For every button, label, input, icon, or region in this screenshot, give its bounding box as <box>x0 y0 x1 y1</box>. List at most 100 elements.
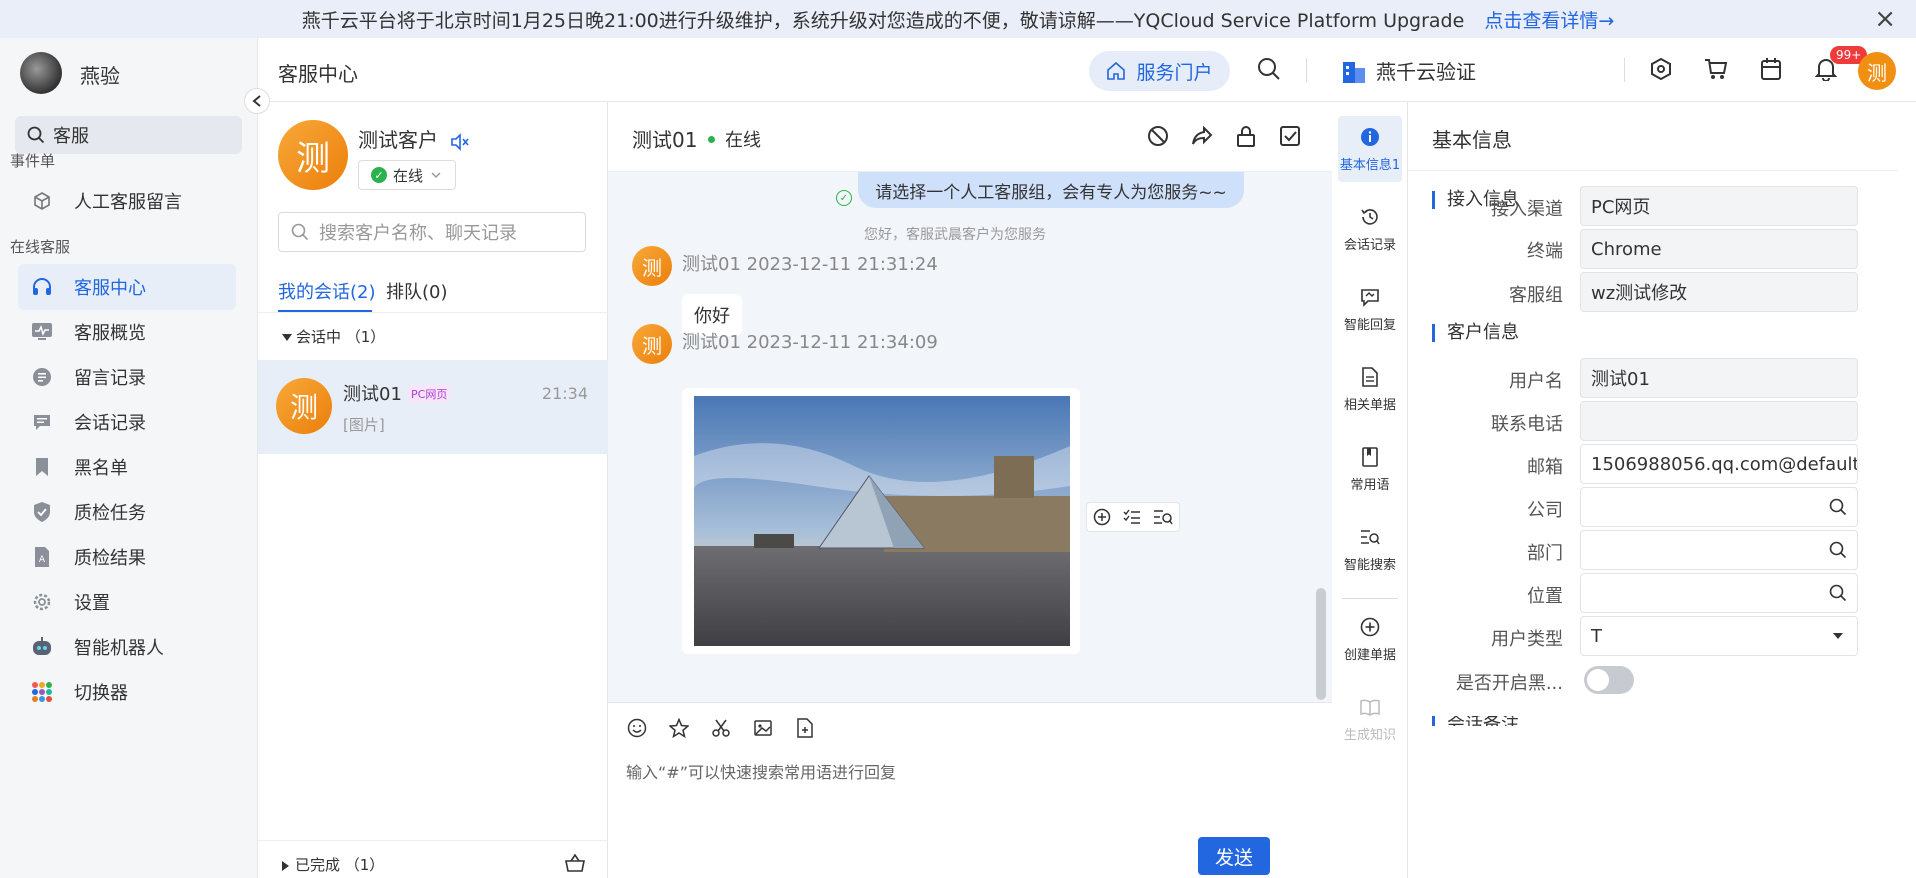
nav-item-message-records[interactable]: 留言记录 <box>18 354 236 400</box>
online-dot <box>708 135 715 143</box>
divider <box>1624 58 1625 82</box>
nav-item-switcher[interactable]: 切换器 <box>18 669 236 715</box>
conversation-time: 21:34 <box>541 384 588 403</box>
tab-basic-info[interactable]: 基本信息1 <box>1338 116 1402 182</box>
file-icon: A <box>30 545 54 569</box>
plus-circle-icon <box>1359 616 1381 638</box>
group-active[interactable]: 会话中 （1） <box>282 326 385 347</box>
star-icon[interactable] <box>666 715 692 741</box>
share-icon[interactable] <box>1190 124 1216 150</box>
search-icon <box>27 126 45 144</box>
channel-field[interactable]: PC网页 <box>1580 186 1858 226</box>
cart-icon[interactable] <box>1703 56 1729 82</box>
banner-details-link[interactable]: 点击查看详情→ <box>1484 6 1614 33</box>
tab-session-history[interactable]: 会话记录 <box>1338 196 1402 262</box>
search-icon[interactable] <box>1829 541 1847 559</box>
nav-item-service-center[interactable]: 客服中心 <box>18 264 236 310</box>
tab-common-phrases[interactable]: 常用语 <box>1338 436 1402 502</box>
app-logo <box>20 52 62 94</box>
emoji-icon[interactable] <box>624 715 650 741</box>
nav-item-blacklist[interactable]: 黑名单 <box>18 444 236 490</box>
robot-icon <box>30 635 54 659</box>
username-field[interactable]: 测试01 <box>1580 358 1858 398</box>
nav-item-message[interactable]: 人工客服留言 <box>18 178 236 224</box>
mute-icon[interactable] <box>450 132 470 151</box>
avatar[interactable]: 测 <box>1858 52 1896 90</box>
status-value: 在线 <box>393 166 424 185</box>
search-icon[interactable] <box>1829 584 1847 602</box>
checklist-icon[interactable] <box>1123 508 1141 526</box>
block-icon[interactable] <box>1146 124 1172 150</box>
chevron-left-icon <box>252 95 261 107</box>
tab-generate-knowledge[interactable]: 生成知识 <box>1338 686 1402 752</box>
tab-smart-search[interactable]: 智能搜索 <box>1338 516 1402 582</box>
group-done[interactable]: 已完成 （1） <box>282 854 384 875</box>
service-group-field[interactable]: wz测试修改 <box>1580 272 1858 312</box>
tab-label: 智能搜索 <box>1343 557 1396 573</box>
monitor-icon <box>30 320 54 344</box>
user-type-select[interactable]: T <box>1580 616 1858 656</box>
department-field[interactable] <box>1580 530 1858 570</box>
phone-field[interactable] <box>1580 401 1858 441</box>
headset-icon <box>30 275 54 299</box>
channel-tag: PC网页 <box>408 385 451 403</box>
open-book-icon <box>1359 696 1381 718</box>
scissors-icon[interactable] <box>708 715 734 741</box>
image-icon[interactable] <box>750 715 776 741</box>
service-portal-button[interactable]: 服务门户 <box>1089 51 1230 91</box>
close-icon[interactable]: × <box>1874 4 1896 34</box>
blacklist-toggle[interactable] <box>1584 666 1634 694</box>
plus-circle-icon[interactable] <box>1093 508 1111 526</box>
tab-queue[interactable]: 排队(0) <box>386 278 448 304</box>
email-field[interactable]: 1506988056.qq.com@default.y <box>1580 444 1858 484</box>
lock-icon[interactable] <box>1234 124 1260 150</box>
send-button[interactable]: 发送 <box>1198 837 1270 875</box>
louvre-photo[interactable] <box>694 396 1070 646</box>
collapse-sidebar-button[interactable] <box>244 88 270 114</box>
nav-item-robot[interactable]: 智能机器人 <box>18 624 236 670</box>
nav-item-settings[interactable]: 设置 <box>18 579 236 625</box>
nav-item-label: 留言记录 <box>74 368 146 389</box>
nav-item-session-records[interactable]: 会话记录 <box>18 399 236 445</box>
status-select[interactable]: ✓ 在线 <box>358 160 456 190</box>
search-icon[interactable] <box>1829 498 1847 516</box>
section-access-info: 接入信息 <box>1432 191 1519 209</box>
tab-related-tickets[interactable]: 相关单据 <box>1338 356 1402 422</box>
tab-smart-reply[interactable]: 智能回复 <box>1338 276 1402 342</box>
caret-down-icon <box>1833 633 1843 639</box>
hexagon-settings-icon[interactable] <box>1648 56 1674 82</box>
menu-search-input[interactable]: 客服 <box>15 116 242 154</box>
list-item[interactable]: 测 测试01 PC网页 21:34 [图片] <box>258 360 608 454</box>
nav-item-qc-task[interactable]: 质检任务 <box>18 489 236 535</box>
composer-toolbar <box>624 715 818 741</box>
nav-item-label: 质检任务 <box>74 503 146 524</box>
nav-item-label: 切换器 <box>74 683 128 704</box>
chat-scrollbar[interactable] <box>1316 588 1326 700</box>
nav-item-qc-result[interactable]: A 质检结果 <box>18 534 236 580</box>
checkbox-icon[interactable] <box>1278 124 1304 150</box>
search-list-icon[interactable] <box>1153 508 1173 526</box>
info-title: 基本信息 <box>1432 128 1512 152</box>
tab-create-ticket[interactable]: 创建单据 <box>1338 606 1402 672</box>
terminal-field[interactable]: Chrome <box>1580 229 1858 269</box>
search-icon[interactable] <box>1256 56 1282 82</box>
location-field[interactable] <box>1580 573 1858 613</box>
chat-status-text: 在线 <box>725 130 761 151</box>
nav-item-label: 人工客服留言 <box>74 192 182 213</box>
avatar: 测 <box>632 246 672 286</box>
bookmark-icon <box>30 455 54 479</box>
calendar-icon[interactable] <box>1758 56 1784 82</box>
user-type-value: T <box>1591 625 1602 647</box>
basket-icon[interactable] <box>565 853 585 876</box>
image-message[interactable] <box>682 388 1080 654</box>
file-add-icon[interactable] <box>792 715 818 741</box>
nav-item-overview[interactable]: 客服概览 <box>18 309 236 355</box>
chat-contact-name: 测试01 <box>632 128 698 152</box>
conversation-search-input[interactable]: 搜索客户名称、聊天记录 <box>278 212 586 252</box>
tenant-switcher[interactable]: 燕千云验证 <box>1342 56 1476 85</box>
cube-icon <box>30 189 54 213</box>
message-input-placeholder[interactable]: 输入“#”可以快速搜索常用语进行回复 <box>626 759 896 783</box>
company-field[interactable] <box>1580 487 1858 527</box>
app-name: 燕验 <box>80 64 120 88</box>
tab-my-sessions[interactable]: 我的会话(2) <box>278 278 376 304</box>
